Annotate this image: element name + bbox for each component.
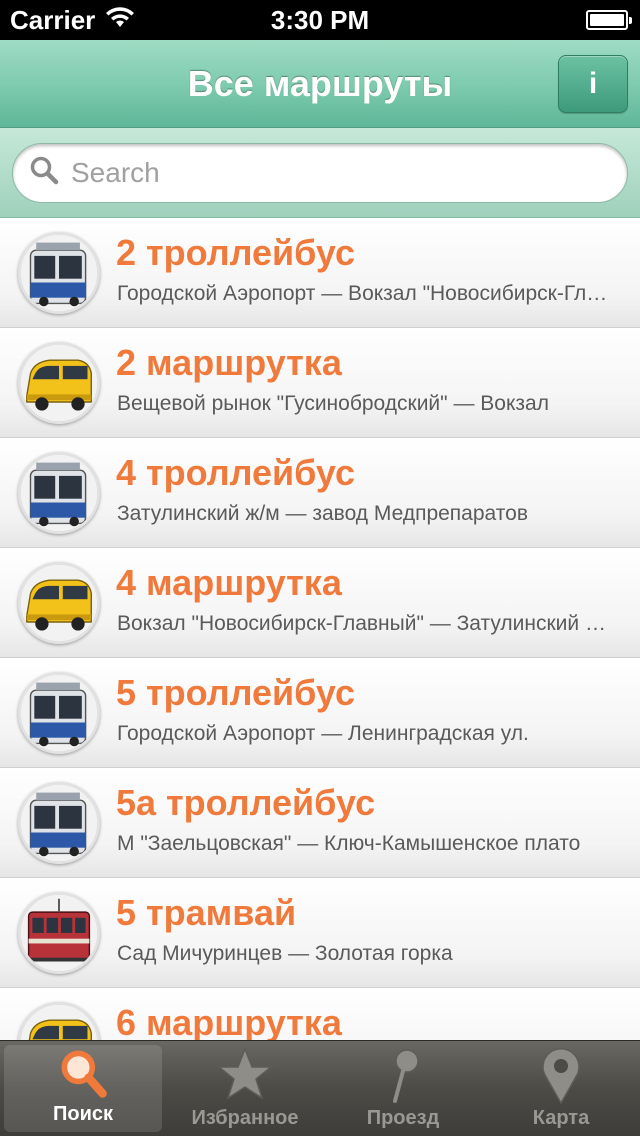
tab-search[interactable]: Поиск xyxy=(4,1045,162,1132)
route-list: 2 троллейбус Городской Аэропорт — Вокзал… xyxy=(0,218,640,1040)
tab-map[interactable]: Карта xyxy=(482,1041,640,1136)
route-row[interactable]: 5а троллейбус М "Заельцовская" — Ключ-Ка… xyxy=(0,768,640,878)
route-row[interactable]: 6 маршрутка xyxy=(0,988,640,1040)
status-left: Carrier xyxy=(10,5,135,36)
tab-label: Проезд xyxy=(366,1107,440,1129)
trolleybus-icon xyxy=(18,672,100,754)
info-button[interactable]: i xyxy=(558,55,628,113)
route-subtitle: Сад Мичуринцев — Золотая горка xyxy=(117,942,453,965)
route-row[interactable]: 4 маршрутка Вокзал "Новосибирск-Главный"… xyxy=(0,548,640,658)
tram-icon xyxy=(18,892,100,974)
route-row[interactable]: 2 маршрутка Вещевой рынок "Гусинобродски… xyxy=(0,328,640,438)
search-field[interactable] xyxy=(12,142,628,203)
wifi-icon xyxy=(105,5,135,36)
route-title: 6 маршрутка xyxy=(116,1002,342,1040)
battery-icon xyxy=(586,10,632,30)
search-icon xyxy=(61,1050,107,1098)
tab-fare[interactable]: Проезд xyxy=(324,1041,482,1136)
map-marker-icon xyxy=(542,1048,580,1105)
route-title: 4 троллейбус xyxy=(116,452,356,493)
route-row[interactable]: 5 троллейбус Городской Аэропорт — Ленинг… xyxy=(0,658,640,768)
minibus-icon xyxy=(18,1002,100,1040)
tab-label: Карта xyxy=(532,1107,590,1129)
tab-bar: Поиск Избранное Проезд Карта xyxy=(0,1040,640,1136)
route-subtitle: Городской Аэропорт — Вокзал "Новосибирск… xyxy=(117,282,614,305)
route-row[interactable]: 5 трамвай Сад Мичуринцев — Золотая горка xyxy=(0,878,640,988)
trolleybus-icon xyxy=(18,232,100,314)
star-icon xyxy=(216,1046,274,1100)
tab-label: Поиск xyxy=(52,1103,114,1125)
trolleybus-icon xyxy=(18,782,100,864)
trolleybus-icon xyxy=(18,452,100,534)
route-title: 5а троллейбус xyxy=(116,782,376,823)
carrier-label: Carrier xyxy=(10,4,96,35)
route-subtitle: Затулинский ж/м — завод Медпрепаратов xyxy=(117,502,528,525)
route-title: 2 маршрутка xyxy=(116,342,342,383)
route-title: 5 трамвай xyxy=(116,892,297,933)
tab-label: Избранное xyxy=(191,1107,299,1129)
pin-icon xyxy=(393,1049,419,1103)
status-bar: Carrier 3:30 PM xyxy=(0,0,640,40)
minibus-icon xyxy=(18,342,100,424)
page-title: Все маршруты xyxy=(187,62,453,104)
route-subtitle: М "Заельцовская" — Ключ-Камышенское плат… xyxy=(117,832,581,855)
route-title: 2 троллейбус xyxy=(116,232,356,273)
route-row[interactable]: 4 троллейбус Затулинский ж/м — завод Мед… xyxy=(0,438,640,548)
route-title: 4 маршрутка xyxy=(116,562,342,603)
search-input[interactable] xyxy=(71,156,611,189)
route-subtitle: Городской Аэропорт — Ленинградская ул. xyxy=(117,722,529,745)
route-subtitle: Вещевой рынок "Гусинобродский" — Вокзал xyxy=(117,392,549,415)
route-title: 5 троллейбус xyxy=(116,672,356,713)
route-row[interactable]: 2 троллейбус Городской Аэропорт — Вокзал… xyxy=(0,218,640,328)
battery-level xyxy=(590,14,624,26)
minibus-icon xyxy=(18,562,100,644)
route-subtitle: Вокзал "Новосибирск-Главный" — Затулинск… xyxy=(117,612,614,635)
tab-favorites[interactable]: Избранное xyxy=(166,1041,324,1136)
nav-bar: Все маршруты i xyxy=(0,40,640,128)
search-icon xyxy=(29,155,59,190)
search-bar xyxy=(0,128,640,218)
